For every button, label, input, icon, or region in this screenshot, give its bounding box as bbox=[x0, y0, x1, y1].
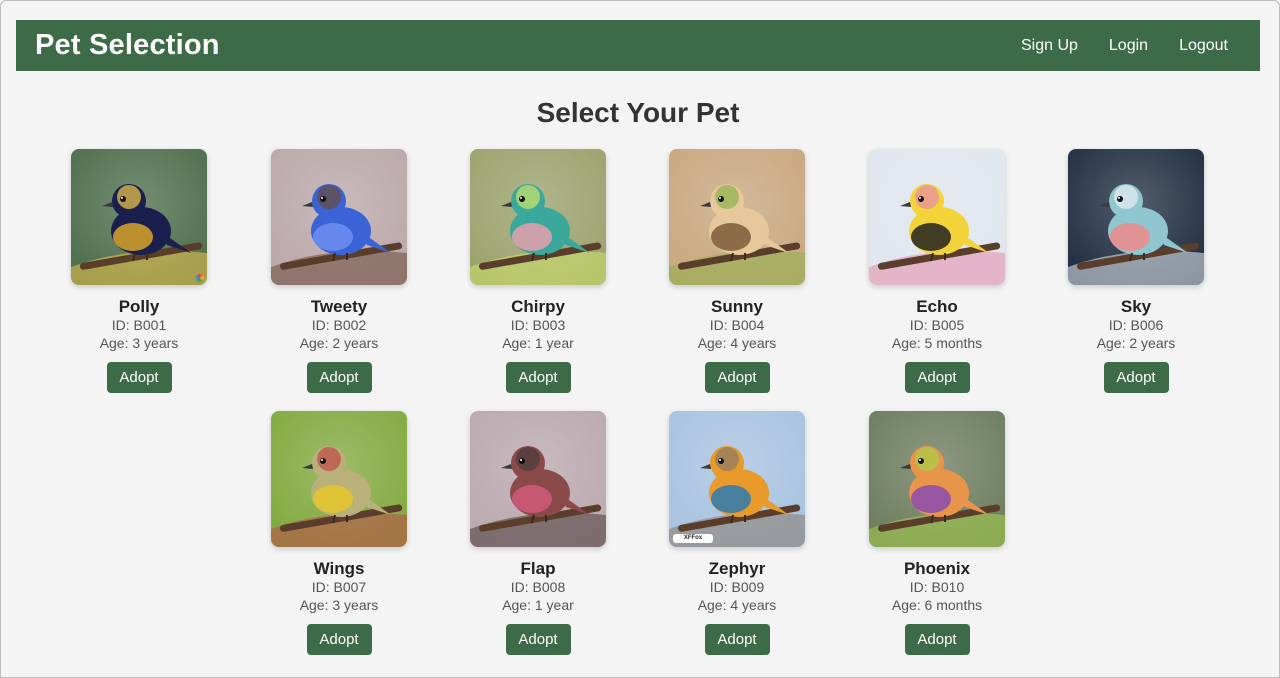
nav-logout-link[interactable]: Logout bbox=[1179, 37, 1228, 55]
pet-id: ID: B001 bbox=[111, 317, 167, 333]
pet-card: Polly ID: B001 Age: 3 years Adopt bbox=[59, 149, 219, 393]
pet-id: ID: B006 bbox=[1108, 317, 1164, 333]
pet-age: Age: 2 years bbox=[1096, 335, 1176, 351]
adopt-button[interactable]: Adopt bbox=[106, 362, 172, 393]
pet-id: ID: B002 bbox=[311, 317, 367, 333]
pet-name: Sky bbox=[1120, 297, 1152, 316]
pet-age: Age: 5 months bbox=[891, 335, 983, 351]
pet-name: Zephyr bbox=[708, 559, 766, 578]
pet-name: Sunny bbox=[711, 297, 763, 316]
adopt-button[interactable]: Adopt bbox=[306, 362, 372, 393]
bird-illustration-icon bbox=[470, 149, 606, 285]
nav-signup-link[interactable]: Sign Up bbox=[1021, 37, 1078, 55]
bird-illustration-icon bbox=[271, 411, 407, 547]
nav-login-link[interactable]: Login bbox=[1109, 37, 1148, 55]
adopt-button[interactable]: Adopt bbox=[904, 624, 970, 655]
bird-illustration-icon bbox=[669, 149, 805, 285]
bird-illustration-icon bbox=[669, 411, 805, 547]
bird-illustration-icon bbox=[869, 411, 1005, 547]
pet-photo[interactable] bbox=[71, 149, 207, 285]
pet-id: ID: B004 bbox=[709, 317, 765, 333]
pet-name: Flap bbox=[520, 559, 556, 578]
pet-card: Flap ID: B008 Age: 1 year Adopt bbox=[458, 411, 618, 655]
pet-photo[interactable] bbox=[869, 149, 1005, 285]
navbar: Pet Selection Sign Up Login Logout bbox=[16, 20, 1260, 71]
pet-card: Chirpy ID: B003 Age: 1 year Adopt bbox=[458, 149, 618, 393]
adopt-button[interactable]: Adopt bbox=[704, 362, 770, 393]
pet-photo[interactable]: XFFox bbox=[669, 411, 805, 547]
bird-illustration-icon bbox=[869, 149, 1005, 285]
pet-name: Phoenix bbox=[903, 559, 971, 578]
pet-id: ID: B005 bbox=[909, 317, 965, 333]
photo-watermark: XFFox bbox=[673, 534, 713, 543]
bird-illustration-icon bbox=[470, 411, 606, 547]
pet-card: Tweety ID: B002 Age: 2 years Adopt bbox=[259, 149, 419, 393]
adopt-button[interactable]: Adopt bbox=[904, 362, 970, 393]
pet-age: Age: 1 year bbox=[502, 335, 574, 351]
pet-photo[interactable] bbox=[470, 149, 606, 285]
bird-illustration-icon bbox=[1068, 149, 1204, 285]
pet-name: Wings bbox=[313, 559, 365, 578]
pet-id: ID: B008 bbox=[510, 579, 566, 595]
pet-card: Sunny ID: B004 Age: 4 years Adopt bbox=[657, 149, 817, 393]
browser-viewport: Pet Selection Sign Up Login Logout Selec… bbox=[0, 0, 1280, 678]
pet-name: Tweety bbox=[310, 297, 368, 316]
adopt-button[interactable]: Adopt bbox=[505, 624, 571, 655]
pet-id: ID: B010 bbox=[909, 579, 965, 595]
pet-age: Age: 3 years bbox=[99, 335, 179, 351]
pet-card: Echo ID: B005 Age: 5 months Adopt bbox=[857, 149, 1017, 393]
bird-illustration-icon bbox=[271, 149, 407, 285]
pet-photo[interactable] bbox=[271, 411, 407, 547]
bird-illustration-icon bbox=[71, 149, 207, 285]
pet-age: Age: 2 years bbox=[299, 335, 379, 351]
pet-card: Phoenix ID: B010 Age: 6 months Adopt bbox=[857, 411, 1017, 655]
adopt-button[interactable]: Adopt bbox=[505, 362, 571, 393]
adopt-button[interactable]: Adopt bbox=[1103, 362, 1169, 393]
pet-photo[interactable] bbox=[271, 149, 407, 285]
pet-photo[interactable] bbox=[669, 149, 805, 285]
pet-card: Sky ID: B006 Age: 2 years Adopt bbox=[1056, 149, 1216, 393]
adopt-button[interactable]: Adopt bbox=[704, 624, 770, 655]
pet-age: Age: 4 years bbox=[697, 335, 777, 351]
ai-badge-icon bbox=[196, 274, 204, 282]
pet-photo[interactable] bbox=[869, 411, 1005, 547]
pet-id: ID: B003 bbox=[510, 317, 566, 333]
pet-photo[interactable] bbox=[1068, 149, 1204, 285]
pet-age: Age: 3 years bbox=[299, 597, 379, 613]
pet-card: XFFox Zephyr ID: B009 Age: 4 years Adopt bbox=[657, 411, 817, 655]
pet-age: Age: 6 months bbox=[891, 597, 983, 613]
page-heading: Select Your Pet bbox=[536, 97, 740, 128]
pet-name: Chirpy bbox=[511, 297, 565, 316]
pet-id: ID: B009 bbox=[709, 579, 765, 595]
nav-links: Sign Up Login Logout bbox=[990, 37, 1228, 55]
pet-id: ID: B007 bbox=[311, 579, 367, 595]
pet-card: Wings ID: B007 Age: 3 years Adopt bbox=[259, 411, 419, 655]
pet-name: Echo bbox=[916, 297, 958, 316]
pet-age: Age: 4 years bbox=[697, 597, 777, 613]
pet-photo[interactable] bbox=[470, 411, 606, 547]
pet-age: Age: 1 year bbox=[502, 597, 574, 613]
brand-title[interactable]: Pet Selection bbox=[35, 29, 220, 62]
pet-name: Polly bbox=[118, 297, 160, 316]
adopt-button[interactable]: Adopt bbox=[306, 624, 372, 655]
